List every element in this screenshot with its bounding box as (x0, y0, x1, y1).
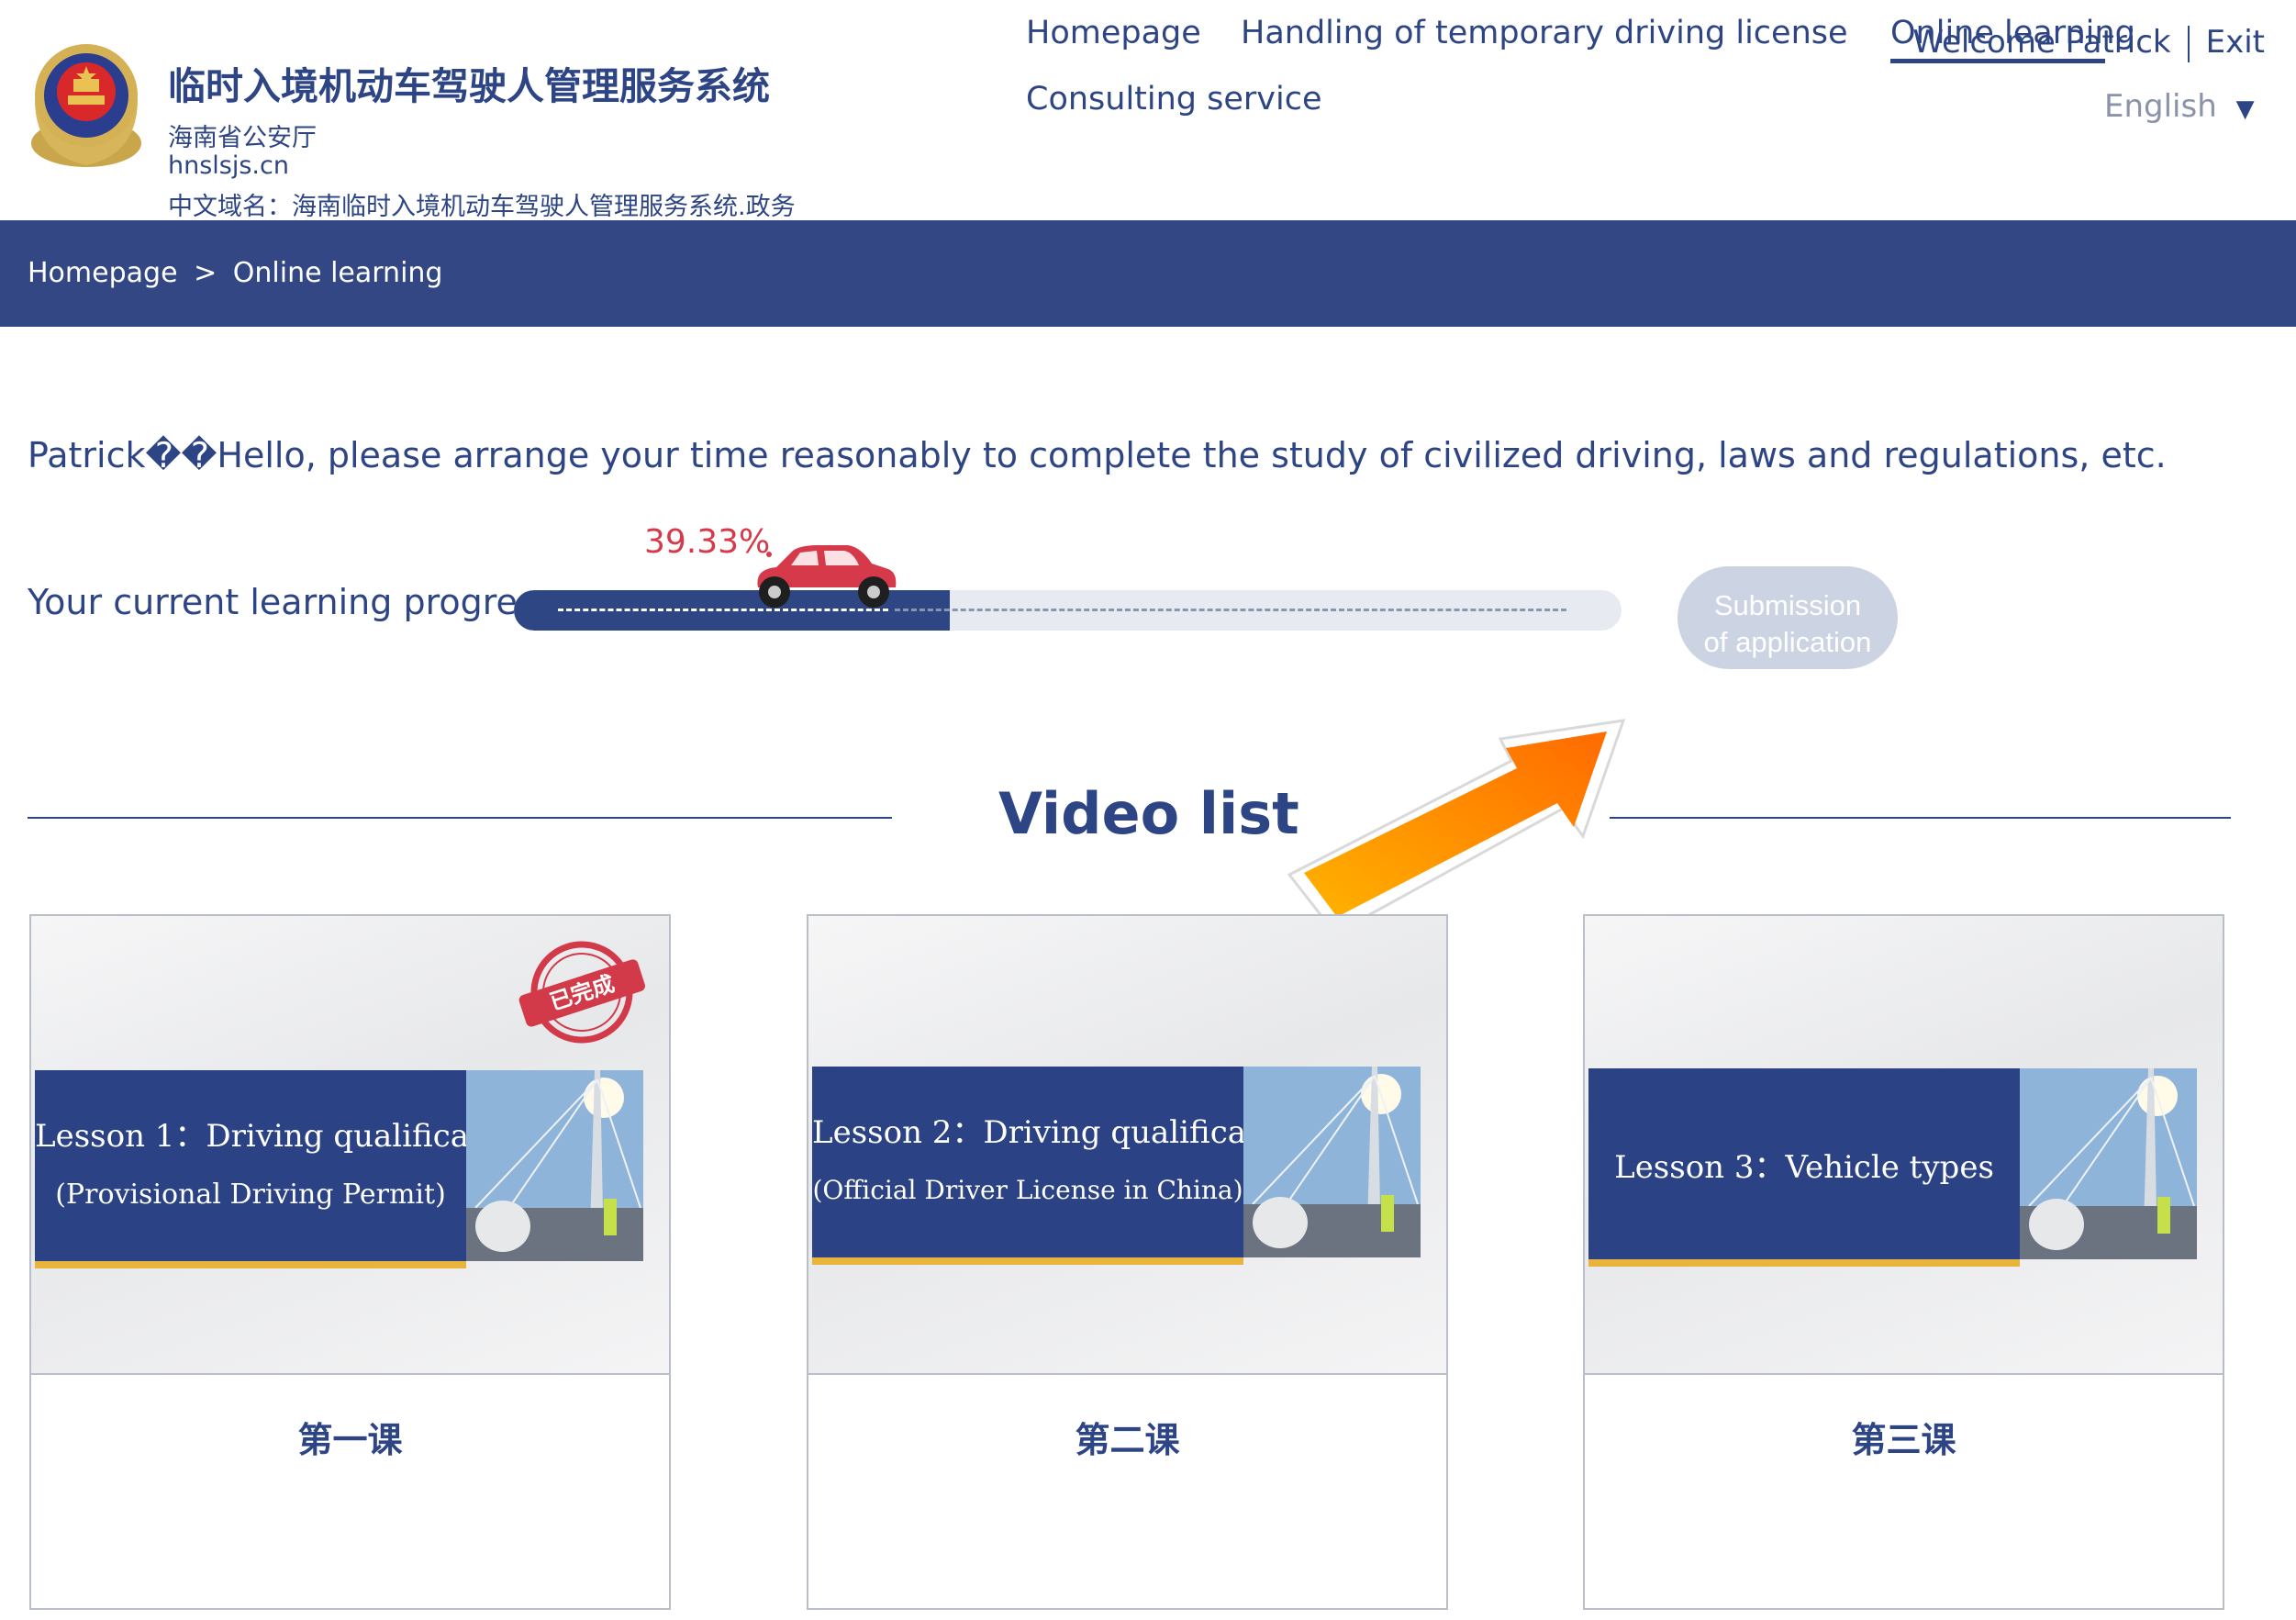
submit-application-button[interactable]: Submission of application (1677, 566, 1898, 669)
progress-label: Your current learning progress: (28, 582, 566, 622)
car-icon (745, 542, 899, 611)
chinese-domain-text: 中文域名：海南临时入境机动车驾驶人管理服务系统.政务 (168, 193, 796, 221)
breadcrumb: Homepage > Online learning (28, 257, 442, 289)
submit-line-2: of application (1703, 626, 1872, 658)
police-emblem-icon (26, 35, 147, 173)
bridge-photo (1243, 1067, 1421, 1257)
greeting-text: Patrick��Hello, please arrange your time… (28, 435, 2167, 475)
video-card-2[interactable]: Lesson 2：Driving qualification (Official… (807, 914, 1448, 1610)
video-thumbnail[interactable]: Lesson 2：Driving qualification (Official… (808, 916, 1446, 1375)
card-label[interactable]: 第一课 (31, 1412, 669, 1462)
video-card-3[interactable]: Lesson 3：Vehicle types 第三课 (1583, 914, 2224, 1610)
language-label: English (2104, 88, 2217, 125)
lesson-title-box: Lesson 2：Driving qualification (Official… (812, 1067, 1308, 1265)
card-label[interactable]: 第三课 (1585, 1412, 2223, 1462)
breadcrumb-current: Online learning (232, 257, 443, 289)
video-list-title: Video list (998, 780, 1299, 847)
pointer-arrow-icon (1271, 665, 1656, 941)
lesson-title-box: Lesson 3：Vehicle types (1588, 1068, 2020, 1267)
nav-temporary-license[interactable]: Handling of temporary driving license (1241, 15, 1848, 51)
site-title: 临时入境机动车驾驶人管理服务系统 (168, 64, 770, 108)
bridge-photo (466, 1070, 643, 1261)
lesson-title: Lesson 3：Vehicle types (1614, 1149, 1994, 1186)
department-name: 海南省公安厅 (168, 124, 317, 152)
nav-homepage[interactable]: Homepage (1026, 15, 1201, 51)
divider-left (28, 817, 892, 819)
lesson-subtitle: (Official Driver License in China) (812, 1175, 1243, 1205)
lesson-title: Lesson 1：Driving qualification (35, 1118, 530, 1155)
breadcrumb-home[interactable]: Homepage (28, 257, 178, 289)
welcome-text: Welcome Patrick (1912, 24, 2171, 61)
language-select[interactable]: English ▼ (2104, 88, 2255, 125)
domain-text: hnslsjs.cn (168, 151, 289, 180)
lesson-title: Lesson 2：Driving qualification (812, 1114, 1308, 1151)
bridge-photo (2020, 1068, 2197, 1259)
exit-link[interactable]: Exit (2206, 24, 2265, 61)
card-label[interactable]: 第二课 (808, 1412, 1446, 1462)
divider (2187, 25, 2190, 62)
triangle-down-icon: ▼ (2235, 95, 2255, 123)
nav-consulting-service[interactable]: Consulting service (1026, 81, 1322, 117)
user-area: Welcome Patrick Exit (1912, 24, 2265, 62)
video-thumbnail[interactable]: Lesson 3：Vehicle types (1585, 916, 2223, 1375)
divider-right (1610, 817, 2231, 819)
video-thumbnail[interactable]: Lesson 1：Driving qualification (Provisio… (31, 916, 669, 1375)
progress-remaining-dash (895, 609, 1566, 611)
completed-stamp: 已完成 (508, 933, 655, 1052)
video-card-1[interactable]: Lesson 1：Driving qualification (Provisio… (29, 914, 671, 1610)
submit-line-1: Submission (1713, 589, 1862, 621)
breadcrumb-separator: > (194, 257, 217, 289)
lesson-title-box: Lesson 1：Driving qualification (Provisio… (35, 1070, 530, 1268)
lesson-subtitle: (Provisional Driving Permit) (55, 1179, 446, 1211)
